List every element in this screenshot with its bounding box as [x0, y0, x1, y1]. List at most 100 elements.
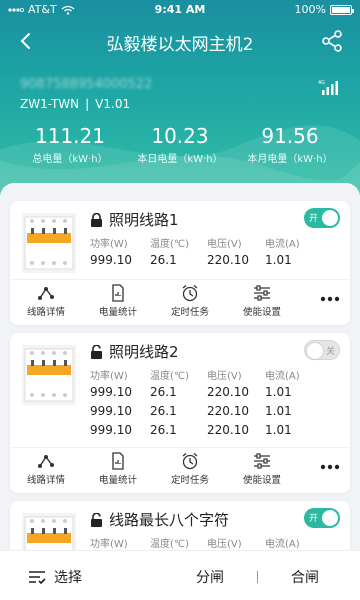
- alarm-clock-icon: [182, 453, 198, 470]
- metric-temperature: 26.1: [150, 253, 177, 267]
- metric-row: 999.10 26.1 220.10 1.01: [90, 421, 350, 440]
- circuit-name: 照明线路2: [109, 343, 179, 361]
- route-icon: [38, 287, 54, 300]
- device-model: ZW1-TWN: [20, 97, 80, 111]
- stat-label: 本月电量（kW·h）: [247, 154, 333, 165]
- metric-voltage: 220.10: [207, 404, 249, 418]
- breaker-image: [22, 213, 76, 273]
- metric-header-temperature: 温度(℃): [150, 539, 190, 550]
- circuit-list[interactable]: 照明线路1 开 功率(W) 温度(℃) 电压(V) 电流(A) 999.10 2…: [0, 183, 360, 550]
- metric-header-current: 电流(A): [265, 371, 300, 382]
- switch-label: 开: [309, 214, 319, 224]
- lock-open-icon: [91, 512, 102, 527]
- circuit-card[interactable]: 照明线路2 关 功率(W) 温度(℃) 电压(V) 电流(A) 999.10 2…: [10, 333, 350, 493]
- open-breaker-button[interactable]: 分闸: [180, 567, 240, 587]
- circuit-switch-toggle[interactable]: 开: [304, 508, 340, 528]
- battery-icon: [330, 4, 354, 15]
- action-label: 使能设置: [242, 475, 281, 486]
- stat-value: 10.23: [151, 124, 209, 148]
- svg-text:4G: 4G: [318, 80, 325, 86]
- device-header: AT&T 9:41 AM 100% 弘毅楼以太网主机2 908758895400…: [0, 0, 360, 205]
- circuit-details-button[interactable]: 线路详情: [10, 452, 82, 486]
- status-bar: AT&T 9:41 AM 100%: [0, 0, 360, 20]
- battery-percent: 100%: [294, 3, 326, 16]
- stat-value: 91.56: [261, 124, 319, 148]
- stat-today: 10.23 本日电量（kW·h）: [120, 124, 240, 165]
- metric-header-voltage: 电压(V): [207, 239, 242, 250]
- metric-header-power: 功率(W): [90, 539, 128, 550]
- energy-stats-button[interactable]: 电量统计: [82, 284, 154, 318]
- share-icon[interactable]: [320, 29, 344, 53]
- timer-tasks-button[interactable]: 定时任务: [154, 284, 226, 318]
- action-label: 电量统计: [98, 475, 137, 486]
- metric-current: 1.01: [265, 404, 292, 418]
- alarm-clock-icon: [182, 285, 198, 302]
- metric-current: 1.01: [265, 385, 292, 399]
- action-label: 电量统计: [98, 307, 137, 318]
- metric-voltage: 220.10: [207, 253, 249, 267]
- circuit-name: 线路最长八个字符: [109, 511, 230, 529]
- circuit-actions: 线路详情 电量统计 定时任务 使能设置: [10, 279, 350, 325]
- device-model-line: ZW1-TWN | V1.01: [20, 97, 131, 111]
- enable-settings-button[interactable]: 使能设置: [226, 284, 298, 318]
- metric-current: 1.01: [265, 423, 292, 437]
- circuit-metrics: 功率(W) 温度(℃) 电压(V) 电流(A) 999.10 26.1 220.…: [90, 235, 350, 270]
- more-icon[interactable]: [320, 294, 340, 304]
- action-label: 定时任务: [170, 307, 209, 318]
- metric-header-voltage: 电压(V): [207, 371, 242, 382]
- metric-temperature: 26.1: [150, 423, 177, 437]
- circuit-switch-toggle[interactable]: 关: [304, 340, 340, 360]
- divider: [257, 571, 258, 583]
- metric-power: 999.10: [90, 253, 132, 267]
- action-label: 线路详情: [26, 307, 65, 318]
- metric-header-current: 电流(A): [265, 539, 300, 550]
- circuit-details-button[interactable]: 线路详情: [10, 284, 82, 318]
- route-icon: [38, 455, 54, 468]
- metric-temperature: 26.1: [150, 385, 177, 399]
- close-breaker-button[interactable]: 合闸: [275, 567, 335, 587]
- action-label: 定时任务: [170, 475, 209, 486]
- lock-open-icon: [91, 344, 102, 359]
- switch-label: 开: [309, 514, 319, 524]
- circuit-actions: 线路详情 电量统计 定时任务 使能设置: [10, 447, 350, 493]
- metric-header-temperature: 温度(℃): [150, 371, 190, 382]
- bottom-action-bar: 选择 分闸 合闸: [0, 550, 360, 600]
- stat-label: 总电量（kW·h）: [32, 154, 108, 165]
- metric-row: 999.10 26.1 220.10 1.01: [90, 251, 350, 270]
- circuit-metrics: 功率(W) 温度(℃) 电压(V) 电流(A): [90, 535, 350, 550]
- sliders-icon: [254, 453, 270, 469]
- metric-header-voltage: 电压(V): [207, 539, 242, 550]
- circuit-card[interactable]: 照明线路1 开 功率(W) 温度(℃) 电压(V) 电流(A) 999.10 2…: [10, 201, 350, 325]
- enable-settings-button[interactable]: 使能设置: [226, 452, 298, 486]
- select-button[interactable]: 选择: [28, 567, 82, 587]
- metric-power: 999.10: [90, 404, 132, 418]
- metric-row: 999.10 26.1 220.10 1.01: [90, 383, 350, 402]
- metric-row: 999.10 26.1 220.10 1.01: [90, 402, 350, 421]
- more-icon[interactable]: [320, 462, 340, 472]
- signal-strength-icon: 4G: [318, 80, 338, 95]
- energy-stats: 111.21 总电量（kW·h） 10.23 本日电量（kW·h） 91.56 …: [0, 124, 360, 168]
- device-version: V1.01: [95, 97, 131, 111]
- circuit-switch-toggle[interactable]: 开: [304, 208, 340, 228]
- energy-stats-button[interactable]: 电量统计: [82, 452, 154, 486]
- metric-header-temperature: 温度(℃): [150, 239, 190, 250]
- circuit-card[interactable]: 线路最长八个字符 开 功率(W) 温度(℃) 电压(V) 电流(A): [10, 501, 350, 550]
- timer-tasks-button[interactable]: 定时任务: [154, 452, 226, 486]
- switch-label: 关: [325, 347, 335, 357]
- metric-temperature: 26.1: [150, 404, 177, 418]
- nav-bar: 弘毅楼以太网主机2: [0, 26, 360, 56]
- select-label: 选择: [54, 570, 82, 586]
- lock-closed-icon: [91, 212, 102, 227]
- stat-label: 本日电量（kW·h）: [137, 154, 223, 165]
- sliders-icon: [254, 285, 270, 301]
- stat-total: 111.21 总电量（kW·h）: [10, 124, 130, 165]
- metric-voltage: 220.10: [207, 423, 249, 437]
- stat-value: 111.21: [35, 124, 105, 148]
- breaker-image: [22, 345, 76, 405]
- circuit-name: 照明线路1: [109, 211, 179, 229]
- metric-voltage: 220.10: [207, 385, 249, 399]
- select-list-icon: [29, 571, 46, 584]
- back-icon[interactable]: [14, 29, 38, 53]
- metric-header-power: 功率(W): [90, 239, 128, 250]
- action-label: 线路详情: [26, 475, 65, 486]
